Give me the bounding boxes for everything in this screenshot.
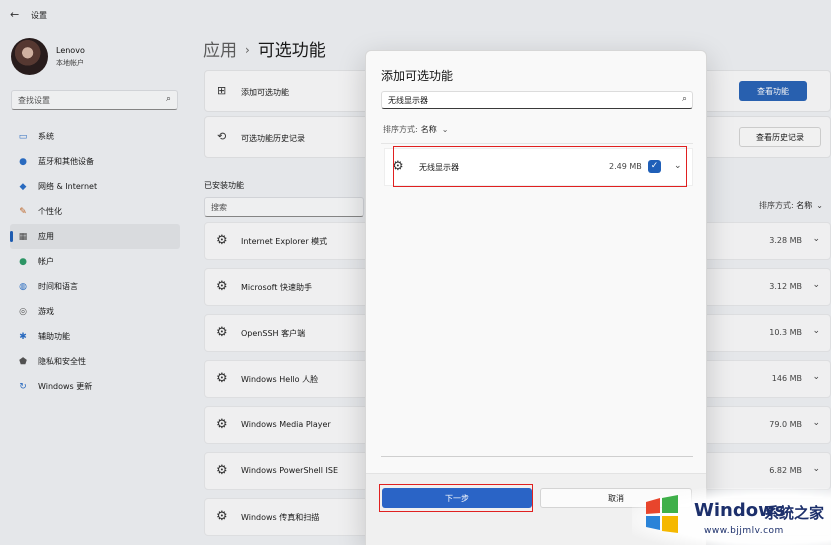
watermark: Windows 系统之家 www.bjjmlv.com	[632, 488, 831, 545]
dialog-search-value: 无线显示器	[388, 96, 428, 105]
dialog-search-input[interactable]: 无线显示器 ⌕	[381, 91, 693, 109]
divider	[381, 143, 693, 144]
divider	[381, 456, 693, 457]
sort-label: 排序方式:	[383, 125, 418, 134]
sort-value: 名称	[420, 125, 437, 134]
windows-logo-icon	[646, 495, 678, 533]
search-icon[interactable]: ⌕	[682, 94, 687, 104]
dialog-sort-dropdown[interactable]: 排序方式: 名称 ⌄	[383, 124, 448, 135]
highlight-box-next	[379, 484, 533, 512]
add-optional-feature-dialog: 添加可选功能 无线显示器 ⌕ 排序方式: 名称 ⌄ ⚙ 无线显示器 2.49 MB …	[365, 50, 707, 545]
watermark-url: www.bjjmlv.com	[704, 526, 784, 536]
watermark-suffix: 系统之家	[764, 504, 825, 522]
highlight-box-result	[393, 146, 687, 187]
chevron-down-icon: ⌄	[441, 125, 449, 134]
dialog-title: 添加可选功能	[381, 69, 454, 83]
